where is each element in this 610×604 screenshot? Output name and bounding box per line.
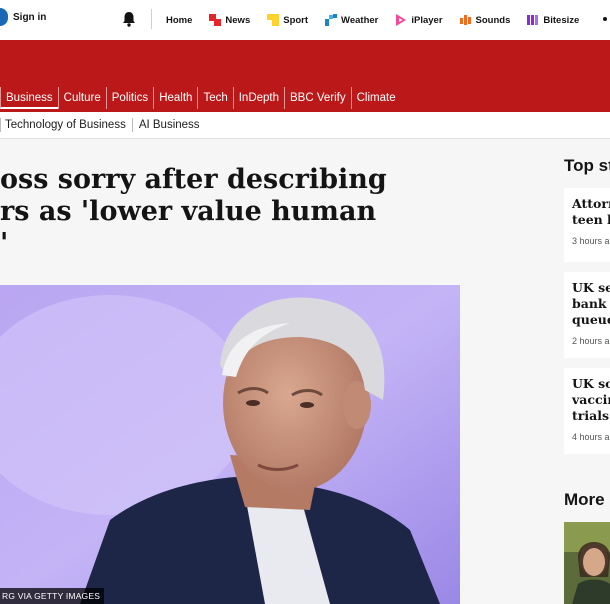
section-tab-indepth[interactable]: InDepth: [232, 87, 284, 109]
section-tab-politics[interactable]: Politics: [105, 87, 153, 109]
top-story-card[interactable]: UK sci vaccin trials i 4 hours a: [564, 368, 610, 454]
sub-nav: Technology of Business AI Business: [0, 112, 610, 139]
nav-home-label: Home: [166, 14, 193, 26]
subnav-technology-of-business[interactable]: Technology of Business: [0, 118, 132, 132]
image-credit: RG VIA GETTY IMAGES: [0, 588, 105, 604]
section-nav: Business Culture Politics Health Tech In…: [0, 86, 610, 110]
bitesize-icon: [527, 15, 539, 25]
more-heading: More: [564, 490, 605, 509]
more-story-thumbnail[interactable]: [564, 522, 610, 604]
story-title-line: UK sci: [572, 376, 610, 391]
top-story-card[interactable]: Attorn teen b 3 hours a: [564, 188, 610, 262]
account-icon: [0, 8, 8, 26]
notifications-bell-icon[interactable]: [120, 10, 138, 28]
nav-bitesize-label: Bitesize: [543, 14, 580, 26]
story-title-line: UK sec: [572, 280, 610, 295]
nav-news[interactable]: News: [209, 14, 250, 26]
top-stories-heading: Top st: [564, 156, 610, 175]
sport-icon: [267, 14, 280, 26]
nav-sounds[interactable]: Sounds: [459, 14, 511, 26]
top-stories-sidebar: Top st Attorn teen b 3 hours a UK sec ba…: [554, 138, 610, 604]
sign-in-label: Sign in: [13, 11, 47, 23]
sounds-icon: [459, 15, 471, 25]
headline-line: ': [0, 228, 9, 259]
article-headline: oss sorry after describing rs as 'lower …: [0, 164, 410, 260]
thumbnail-image: [564, 522, 610, 604]
nav-iplayer-label: iPlayer: [411, 14, 443, 26]
headline-line: rs as 'lower value human: [0, 196, 377, 227]
story-timestamp: 4 hours a: [572, 432, 610, 442]
masthead: Sign in Home News Sport Weather iPlayer …: [0, 0, 610, 40]
portrait-illustration: [0, 285, 460, 604]
masthead-divider: [151, 9, 152, 29]
subnav-ai-business[interactable]: AI Business: [131, 118, 206, 132]
nav-sport[interactable]: Sport: [267, 14, 308, 26]
story-title-line: Attorn: [572, 196, 610, 211]
iplayer-icon: [396, 14, 407, 26]
story-timestamp: 2 hours a: [572, 336, 610, 346]
nav-sounds-label: Sounds: [475, 14, 511, 26]
nav-home[interactable]: Home: [166, 15, 192, 26]
nav-weather[interactable]: Weather: [325, 14, 378, 26]
nav-iplayer[interactable]: iPlayer: [395, 14, 443, 26]
nav-sport-label: Sport: [283, 14, 309, 26]
story-title-line: vaccin: [572, 392, 610, 407]
section-tab-bbc-verify[interactable]: BBC Verify: [284, 87, 351, 109]
story-title-line: bank l: [572, 296, 610, 311]
sign-in-button[interactable]: Sign in: [0, 8, 46, 26]
story-title-line: trials i: [572, 408, 610, 423]
nav-bitesize[interactable]: Bitesize: [527, 14, 579, 26]
more-menu-icon[interactable]: [603, 17, 607, 21]
global-nav: Home News Sport Weather iPlayer Sounds B…: [166, 0, 596, 40]
section-tab-culture[interactable]: Culture: [57, 87, 106, 109]
top-story-card[interactable]: UK sec bank l queue 2 hours a: [564, 272, 610, 358]
section-tab-climate[interactable]: Climate: [350, 87, 401, 109]
section-tab-business[interactable]: Business: [0, 87, 58, 109]
section-tab-health[interactable]: Health: [153, 87, 197, 109]
article-lead-image: RG VIA GETTY IMAGES: [0, 285, 460, 604]
story-title-line: queue: [572, 312, 610, 327]
nav-news-label: News: [225, 14, 251, 26]
news-icon: [209, 14, 222, 26]
story-timestamp: 3 hours a: [572, 236, 610, 246]
story-title-line: teen b: [572, 212, 610, 227]
nav-weather-label: Weather: [341, 14, 379, 26]
section-tab-tech[interactable]: Tech: [197, 87, 232, 109]
headline-line: oss sorry after describing: [0, 164, 387, 195]
weather-icon: [325, 14, 338, 26]
